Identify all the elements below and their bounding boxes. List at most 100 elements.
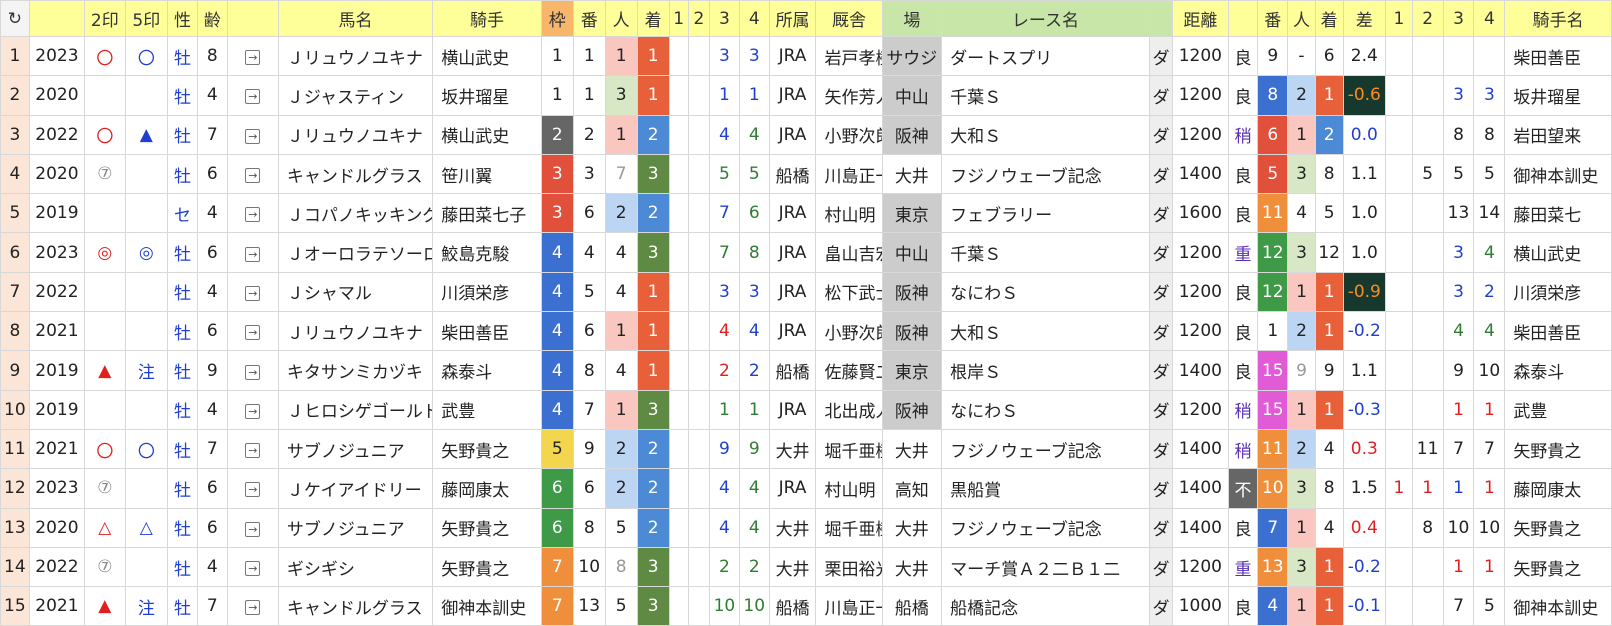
header-col-25[interactable]: 人 — [1287, 0, 1316, 37]
race-name-cell[interactable]: なにわＳ — [941, 389, 1150, 430]
header-col-12[interactable]: 着 — [636, 0, 670, 37]
header-col-28[interactable]: 1 — [1385, 0, 1413, 37]
arrow-right-icon[interactable]: → — [245, 50, 261, 66]
header-col-17[interactable]: 所属 — [768, 0, 817, 37]
header-col-8[interactable]: 騎手 — [432, 0, 542, 37]
ban-cell: 13 — [572, 586, 606, 626]
header-col-23[interactable] — [1227, 0, 1259, 37]
row-link-cell[interactable]: → — [226, 114, 279, 155]
row-link-cell[interactable]: → — [226, 468, 279, 509]
row-link-cell[interactable]: → — [226, 507, 279, 548]
horse-name-cell[interactable]: Ｊオーロラテソーロ — [277, 232, 434, 273]
horse-name-cell[interactable]: Ｊリュウノユキナ — [277, 114, 434, 155]
header-col-14[interactable]: 2 — [687, 0, 711, 37]
prev-jockey-cell: 柴田善臣 — [1504, 35, 1612, 77]
header-col-7[interactable]: 馬名 — [277, 0, 434, 37]
year-cell: 2020 — [28, 75, 86, 116]
header-col-27[interactable]: 差 — [1342, 0, 1387, 37]
header-col-9[interactable]: 枠 — [540, 0, 574, 37]
race-name-cell[interactable]: なにわＳ — [941, 271, 1150, 313]
row-link-cell[interactable]: → — [226, 35, 279, 77]
arrow-right-icon[interactable]: → — [245, 521, 261, 537]
race-name-cell[interactable]: 大和Ｓ — [941, 114, 1150, 155]
race-name-cell[interactable]: ダートスプリ — [941, 35, 1150, 77]
horse-name-cell[interactable]: キャンドルグラス — [277, 586, 434, 626]
age-cell: 6 — [196, 468, 228, 509]
arrow-right-icon[interactable]: → — [245, 561, 261, 576]
header-col-32[interactable]: 騎手名 — [1504, 0, 1612, 37]
header-col-5[interactable]: 齢 — [196, 0, 228, 37]
arrow-right-icon[interactable]: → — [245, 168, 261, 184]
row-link-cell[interactable]: → — [226, 193, 279, 234]
race-name-cell[interactable]: 船橋記念 — [941, 586, 1150, 626]
refresh-icon[interactable]: ↻ — [0, 0, 30, 37]
arrow-right-icon[interactable]: → — [245, 207, 261, 223]
row-link-cell[interactable]: → — [226, 428, 279, 470]
header-col-2[interactable]: 2印 — [84, 0, 126, 37]
horse-name-cell[interactable]: Ｊケイアイドリー — [277, 468, 434, 509]
header-col-31[interactable]: 4 — [1473, 0, 1506, 37]
header-col-20[interactable]: レース名 — [941, 0, 1150, 37]
arrow-right-icon[interactable]: → — [245, 443, 261, 459]
header-col-6[interactable] — [226, 0, 279, 37]
horse-name-cell[interactable]: ギシギシ — [277, 546, 434, 588]
row-link-cell[interactable]: → — [226, 271, 279, 313]
row-link-cell[interactable]: → — [226, 232, 279, 273]
header-col-30[interactable]: 3 — [1442, 0, 1475, 37]
race-name-cell[interactable]: 黒船賞 — [941, 468, 1150, 509]
race-name-cell[interactable]: フェブラリー — [941, 193, 1150, 234]
header-col-1[interactable] — [28, 0, 86, 37]
horse-name-cell[interactable]: Ｊジャスティン — [277, 75, 434, 116]
header-col-11[interactable]: 人 — [604, 0, 638, 37]
row-link-cell[interactable]: → — [226, 389, 279, 430]
horse-name-cell[interactable]: キャンドルグラス — [277, 153, 434, 195]
arrow-right-icon[interactable]: → — [245, 285, 261, 301]
arrow-right-icon[interactable]: → — [245, 482, 261, 498]
race-name-cell[interactable]: 千葉Ｓ — [941, 232, 1150, 273]
row-link-cell[interactable]: → — [226, 75, 279, 116]
horse-name-cell[interactable]: Ｊリュウノユキナ — [277, 35, 434, 77]
row-link-cell[interactable]: → — [226, 311, 279, 352]
arrow-right-icon[interactable]: → — [245, 325, 261, 341]
horse-name-cell[interactable]: サブノジュニア — [277, 428, 434, 470]
row-link-cell[interactable]: → — [226, 153, 279, 195]
header-col-15[interactable]: 3 — [709, 0, 740, 37]
horse-name-cell[interactable]: Ｊシャマル — [277, 271, 434, 313]
horse-name-cell[interactable]: Ｊリュウノユキナ — [277, 311, 434, 352]
header-col-24[interactable]: 番 — [1257, 0, 1289, 37]
row-index: 3 — [0, 114, 30, 155]
race-name-cell[interactable]: マーチ賞Ａ２二Ｂ１二 — [941, 546, 1150, 588]
row-link-cell[interactable]: → — [226, 586, 279, 626]
header-col-13[interactable]: 1 — [668, 0, 689, 37]
horse-name-cell[interactable]: Ｊコパノキッキング — [277, 193, 434, 234]
header-col-19[interactable]: 場 — [881, 0, 943, 37]
race-name-cell[interactable]: 根岸Ｓ — [941, 350, 1150, 391]
arrow-right-icon[interactable]: → — [245, 403, 261, 419]
header-col-3[interactable]: 5印 — [124, 0, 169, 37]
arrow-right-icon[interactable]: → — [245, 600, 261, 616]
arrow-right-icon[interactable]: → — [245, 246, 261, 262]
header-col-29[interactable]: 2 — [1411, 0, 1444, 37]
row-link-cell[interactable]: → — [226, 546, 279, 588]
header-col-10[interactable]: 番 — [572, 0, 606, 37]
header-col-18[interactable]: 厩舎 — [815, 0, 883, 37]
header-col-4[interactable]: 性 — [167, 0, 198, 37]
race-name-cell[interactable]: フジノウェーブ記念 — [941, 153, 1150, 195]
distance-cell: 1400 — [1172, 507, 1229, 548]
horse-name-cell[interactable]: Ｊヒロシゲゴールド — [277, 389, 434, 430]
race-name-cell[interactable]: フジノウェーブ記念 — [941, 507, 1150, 548]
race-name-cell[interactable]: フジノウェーブ記念 — [941, 428, 1150, 470]
mark2-cell: 〇 — [84, 114, 126, 155]
race-name-cell[interactable]: 大和Ｓ — [941, 311, 1150, 352]
header-col-21[interactable] — [1148, 0, 1174, 37]
row-link-cell[interactable]: → — [226, 350, 279, 391]
arrow-right-icon[interactable]: → — [245, 364, 261, 380]
horse-name-cell[interactable]: キタサンミカヅキ — [277, 350, 434, 391]
header-col-26[interactable]: 着 — [1314, 0, 1344, 37]
horse-name-cell[interactable]: サブノジュニア — [277, 507, 434, 548]
arrow-right-icon[interactable]: → — [245, 89, 261, 105]
arrow-right-icon[interactable]: → — [245, 128, 261, 144]
header-col-22[interactable]: 距離 — [1172, 0, 1229, 37]
header-col-16[interactable]: 4 — [738, 0, 770, 37]
race-name-cell[interactable]: 千葉Ｓ — [941, 75, 1150, 116]
